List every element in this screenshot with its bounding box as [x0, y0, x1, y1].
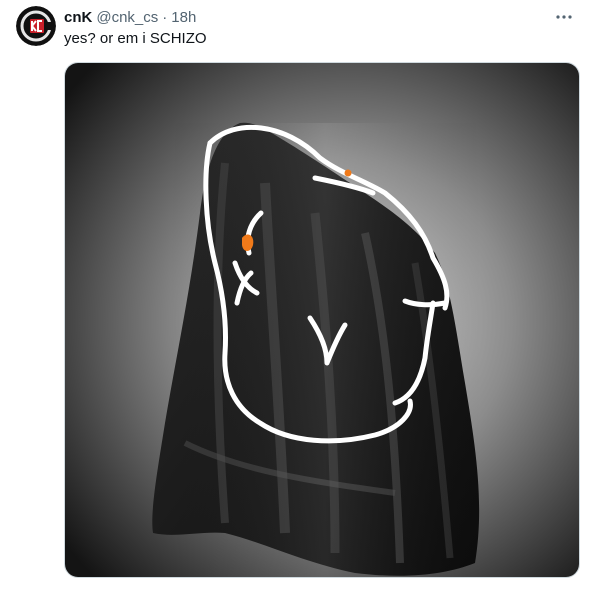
tweet-text: yes? or em i SCHIZO: [64, 30, 207, 47]
tweet: cnK @cnk_cs · 18h yes? or em i SCHIZO: [0, 0, 592, 589]
fabric-drape-doodle-image: [65, 63, 579, 577]
tweet-media-image[interactable]: [64, 62, 580, 578]
tweet-header: cnK @cnk_cs · 18h: [64, 8, 576, 28]
author-handle[interactable]: @cnk_cs: [96, 8, 158, 28]
tweet-timestamp[interactable]: 18h: [171, 8, 196, 28]
author-display-name[interactable]: cnK: [64, 8, 92, 28]
more-horizontal-icon: [556, 15, 572, 19]
more-options-button[interactable]: [550, 7, 578, 27]
separator-dot: ·: [162, 9, 168, 26]
avatar[interactable]: [16, 6, 56, 46]
cnk-logo-icon: [16, 6, 56, 46]
